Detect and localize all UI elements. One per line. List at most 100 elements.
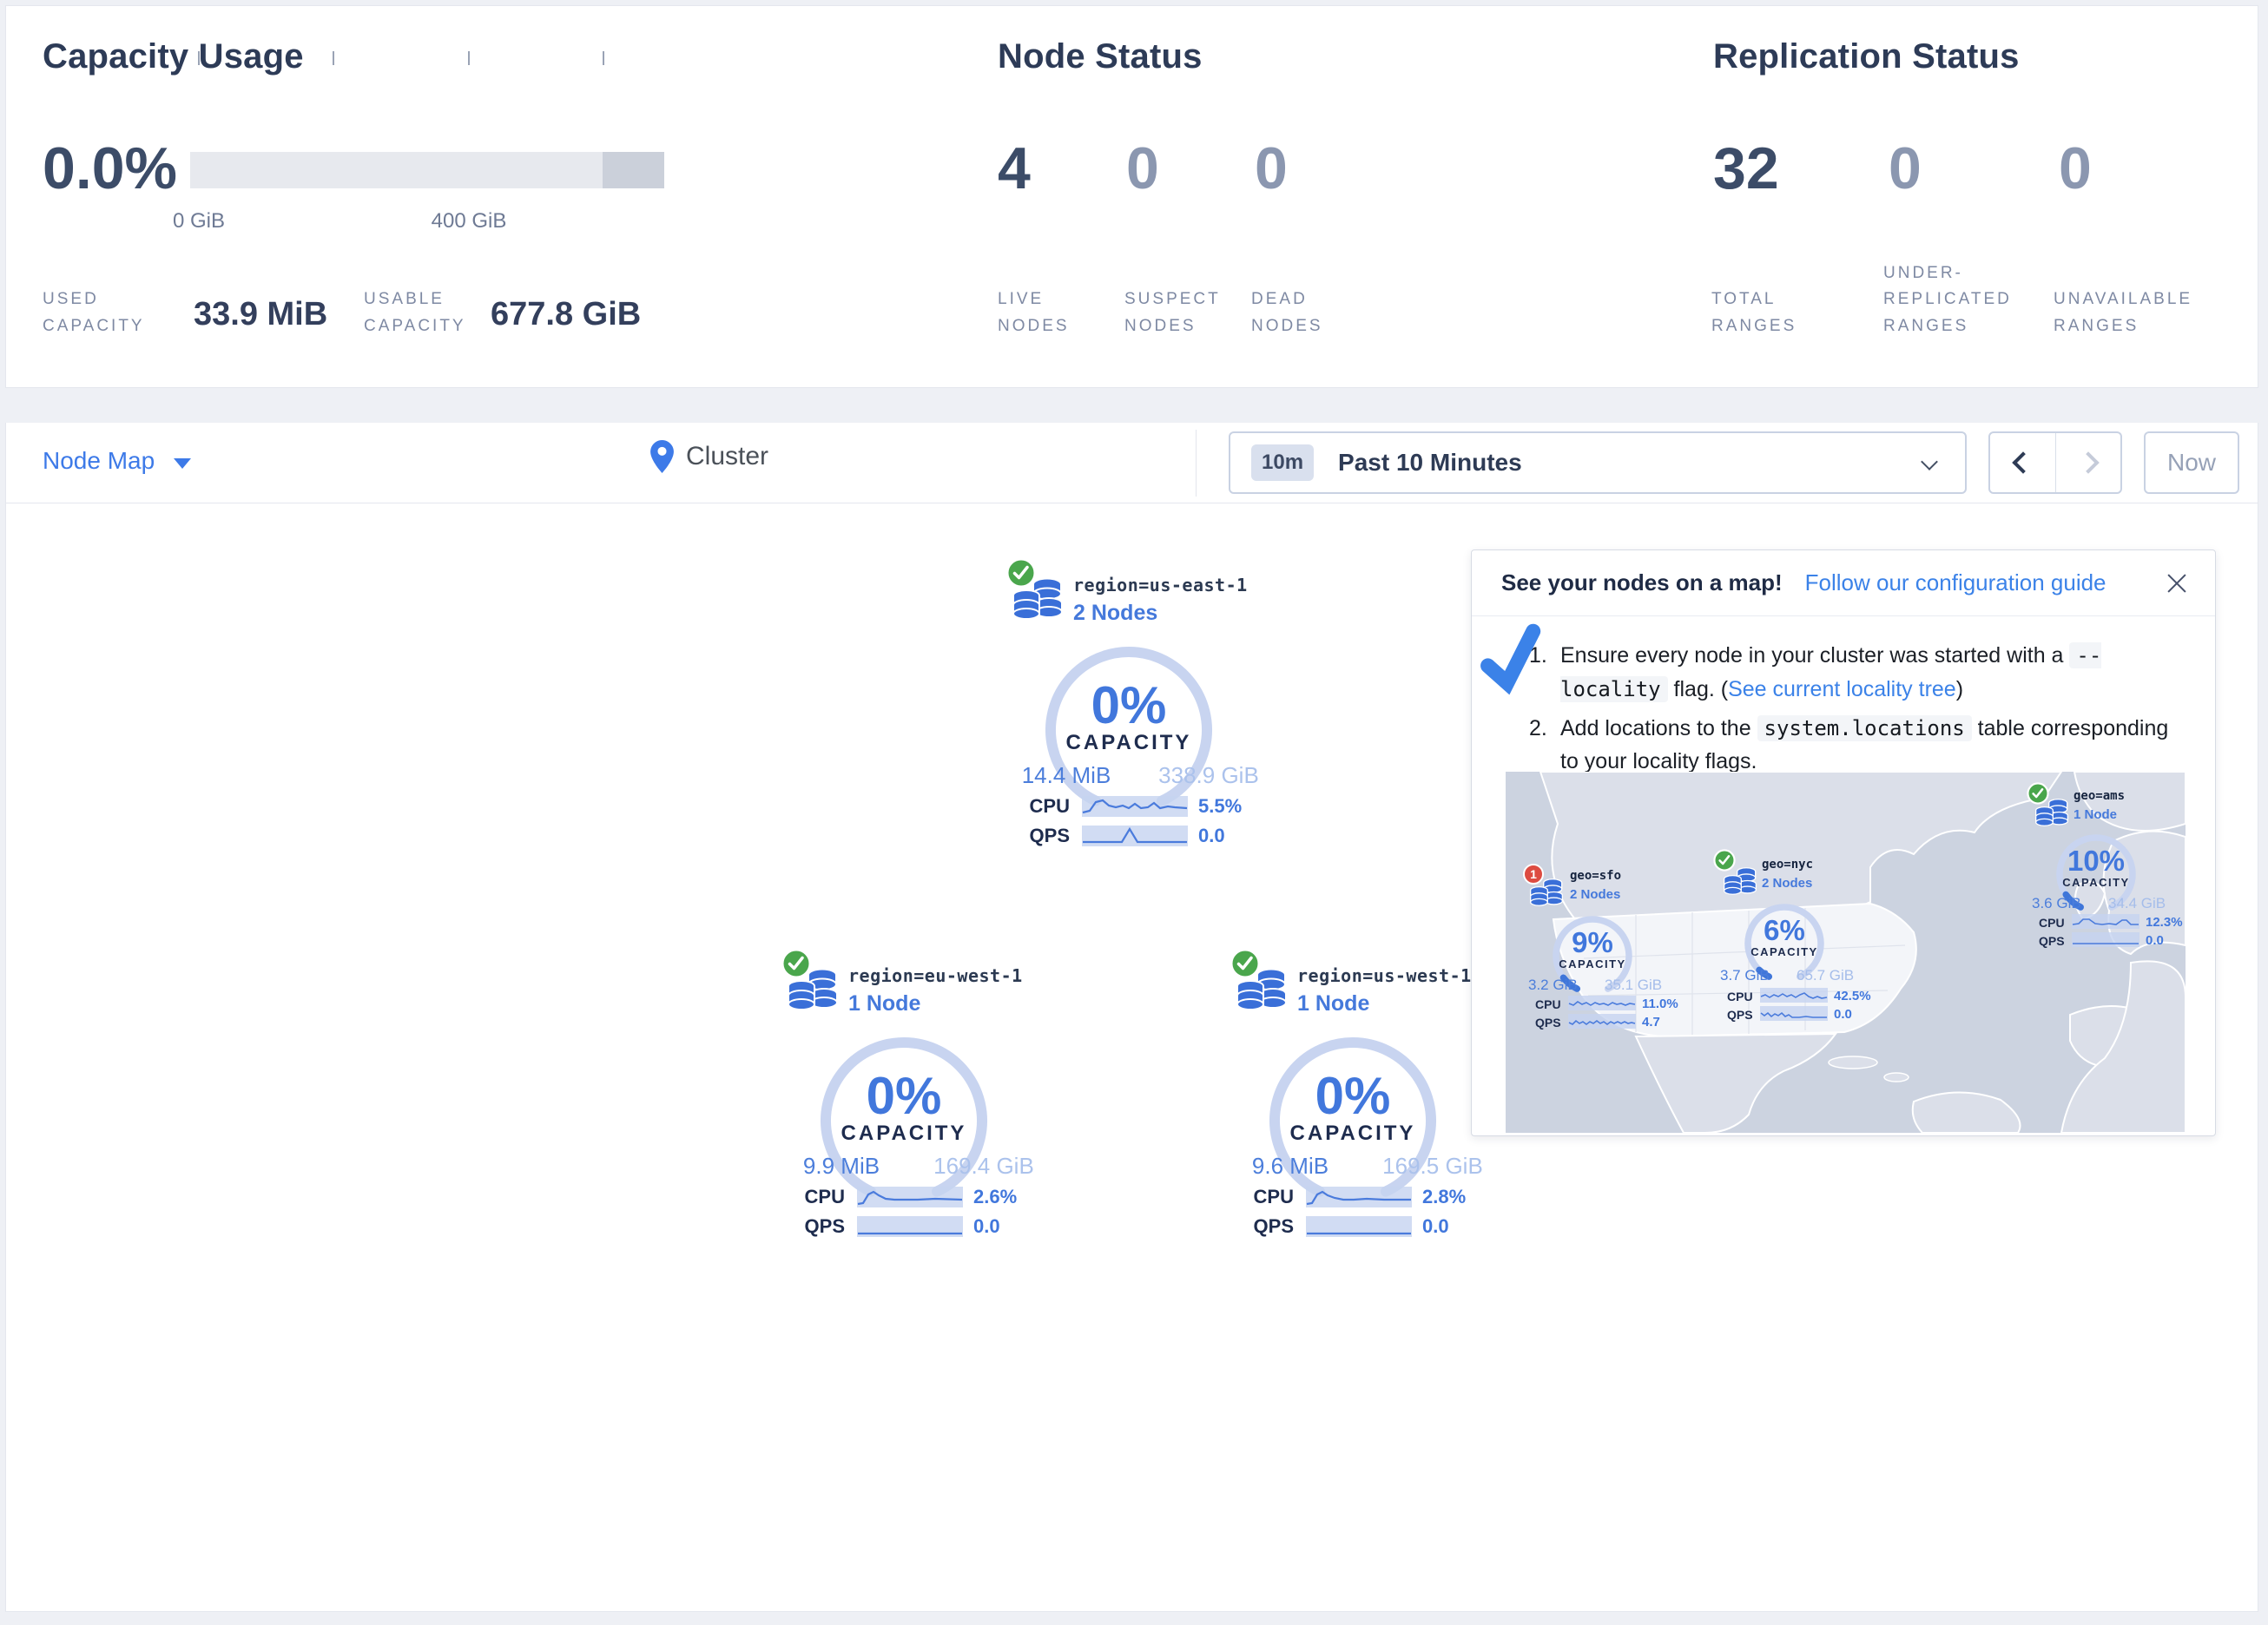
cpu-sparkline [2072, 914, 2139, 929]
capacity-tick [468, 51, 470, 65]
capacity-usage-percent: 0.0% [43, 135, 177, 202]
under-replicated-ranges-label: UNDER- REPLICATED RANGES [1883, 260, 2012, 339]
capacity-tick-label-0: 0 GiB [129, 209, 268, 234]
capacity-used: 9.9 MiB [781, 1153, 902, 1180]
breadcrumb-cluster-label: Cluster [686, 442, 768, 471]
region-card-us-east-1[interactable]: region=us-east-1 2 Nodes 0% CAPACITY 14.… [990, 556, 1268, 855]
cpu-value: 2.6% [973, 1186, 1017, 1208]
map-pin-icon [650, 440, 674, 473]
capacity-reserved-segment [603, 152, 664, 188]
time-range-badge: 10m [1251, 444, 1314, 481]
time-range-selector[interactable]: 10m Past 10 Minutes [1229, 431, 1967, 494]
locality-tree-link[interactable]: See current locality tree [1728, 677, 1956, 701]
region-node-count: 1 Node [848, 991, 920, 1016]
replication-status-title: Replication Status [1713, 37, 2020, 76]
used-capacity-label: USED CAPACITY [43, 286, 145, 339]
capacity-percent: 0% [765, 1066, 1043, 1126]
popup-header: See your nodes on a map! Follow our conf… [1472, 550, 2215, 616]
popup-instructions: 1. Ensure every node in your cluster was… [1472, 616, 2215, 779]
live-nodes-label: LIVE NODES [998, 286, 1070, 339]
dead-nodes-value: 0 [1255, 135, 1288, 202]
qps-sparkline [857, 1216, 963, 1237]
cpu-value: 5.5% [1198, 795, 1242, 818]
cpu-label: CPU [782, 1186, 845, 1208]
usable-capacity-label: USABLE CAPACITY [364, 286, 466, 339]
used-capacity-value: 33.9 MiB [194, 296, 327, 333]
time-range-label: Past 10 Minutes [1338, 449, 1522, 477]
cpu-label: CPU [1231, 1186, 1294, 1208]
capacity-percent: 0% [1214, 1066, 1492, 1126]
qps-label: QPS [1007, 825, 1070, 847]
unavailable-ranges-value: 0 [2059, 135, 2092, 202]
cpu-sparkline [857, 1187, 963, 1207]
node-map-page: Capacity Usage 0.0% 0 GiB 400 GiB USED C… [0, 0, 2268, 1625]
step-1-text: Ensure every node in your cluster was st… [1560, 639, 2180, 707]
usable-capacity-value: 677.8 GiB [491, 296, 641, 333]
dead-nodes-label: DEAD NODES [1251, 286, 1323, 339]
database-icon [1530, 878, 1563, 906]
capacity-tick [333, 51, 334, 65]
suspect-nodes-label: SUSPECT NODES [1124, 286, 1221, 339]
capacity-total: 338.9 GiB [1148, 762, 1269, 789]
database-icon [788, 967, 838, 1010]
configuration-guide-link[interactable]: Follow our configuration guide [1805, 569, 2106, 596]
region-node-count: 1 Node [1297, 991, 1369, 1016]
qps-sparkline [1306, 1216, 1412, 1237]
node-status-title: Node Status [998, 37, 1203, 76]
now-button[interactable]: Now [2144, 431, 2239, 494]
capacity-label: CAPACITY [765, 1122, 1043, 1146]
capacity-total: 169.4 GiB [923, 1153, 1045, 1180]
cpu-sparkline [1082, 796, 1188, 817]
chevron-down-icon [1921, 453, 1938, 470]
qps-label: QPS [782, 1215, 845, 1238]
example-node-map-illustration: 1 geo=sfo 2 Nodes 9% CAPACITY 3.2 GiB 35… [1506, 772, 2186, 1133]
time-pager [1988, 431, 2122, 494]
step-2-text: Add locations to the system.locations ta… [1560, 712, 2180, 780]
qps-value: 0.0 [1198, 825, 1225, 847]
region-node-count: 2 Nodes [1073, 601, 1157, 626]
chevron-right-icon [2077, 451, 2099, 473]
qps-value: 0.0 [973, 1215, 1000, 1238]
capacity-label: CAPACITY [990, 731, 1268, 755]
capacity-label: CAPACITY [1214, 1122, 1492, 1146]
suspect-nodes-value: 0 [1126, 135, 1159, 202]
cpu-sparkline [1760, 988, 1828, 1003]
unavailable-ranges-label: UNAVAILABLE RANGES [2054, 286, 2192, 339]
under-replicated-ranges-value: 0 [1889, 135, 1922, 202]
capacity-usage-title: Capacity Usage [43, 37, 304, 76]
time-forward-button[interactable] [2055, 433, 2120, 492]
cpu-sparkline [1568, 996, 1636, 1010]
page-bottom-margin [0, 1612, 2268, 1625]
now-button-label: Now [2167, 449, 2216, 477]
time-back-button[interactable] [1990, 433, 2055, 492]
qps-sparkline [1082, 826, 1188, 846]
capacity-tick [603, 51, 604, 65]
breadcrumb[interactable]: Cluster [650, 440, 768, 473]
map-toolbar: Node Map Cluster 10m Past 10 Minutes Now [5, 423, 2258, 503]
cpu-label: CPU [1007, 795, 1070, 818]
cpu-sparkline [1306, 1187, 1412, 1207]
capacity-tick-label-400: 400 GiB [399, 209, 538, 234]
map-marker-geo-sfo: 1 geo=sfo 2 Nodes 9% CAPACITY 3.2 GiB 35… [1516, 859, 1690, 1032]
cluster-summary-bar: Capacity Usage 0.0% 0 GiB 400 GiB USED C… [5, 5, 2258, 388]
capacity-tick [198, 51, 200, 65]
qps-label: QPS [1231, 1215, 1294, 1238]
capacity-used: 14.4 MiB [1005, 762, 1127, 789]
live-nodes-value: 4 [998, 135, 1031, 202]
total-ranges-label: TOTAL RANGES [1711, 286, 1797, 339]
chevron-down-icon [174, 458, 191, 469]
map-marker-geo-ams: geo=ams 1 Node 10% CAPACITY 3.6 GiB 34.4… [2025, 780, 2186, 954]
close-icon[interactable] [2165, 571, 2189, 595]
database-icon [1012, 576, 1063, 620]
qps-value: 0.0 [1422, 1215, 1449, 1238]
view-mode-dropdown[interactable]: Node Map [43, 447, 191, 475]
capacity-percent: 0% [990, 675, 1268, 735]
qps-sparkline [2072, 932, 2139, 947]
qps-sparkline [1568, 1014, 1636, 1029]
region-card-us-west-1[interactable]: region=us-west-1 1 Node 0% CAPACITY 9.6 … [1214, 946, 1492, 1246]
region-card-eu-west-1[interactable]: region=eu-west-1 1 Node 0% CAPACITY 9.9 … [765, 946, 1043, 1246]
region-name: region=us-east-1 [1073, 575, 1248, 595]
popup-title: See your nodes on a map! [1501, 569, 1783, 596]
map-setup-popup: See your nodes on a map! Follow our conf… [1471, 549, 2216, 1136]
step-number: 2. [1529, 712, 1560, 780]
